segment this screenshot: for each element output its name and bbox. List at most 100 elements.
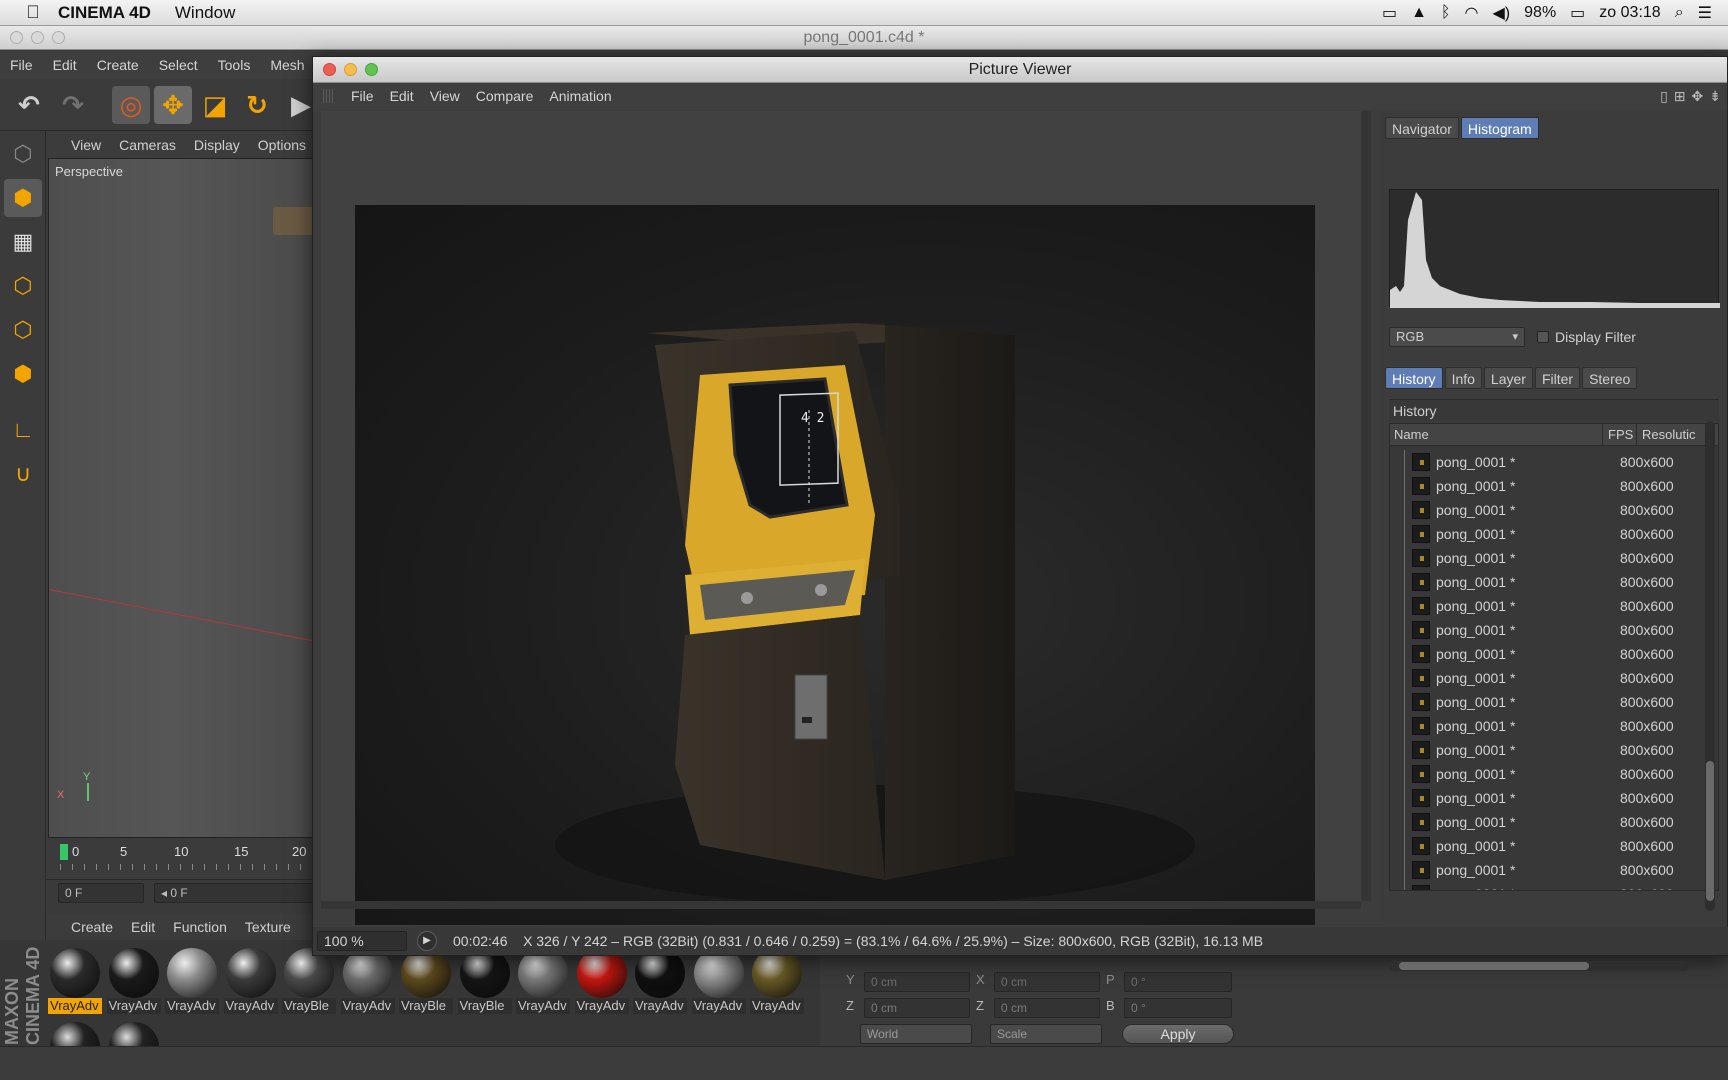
col-name[interactable]: Name bbox=[1394, 424, 1429, 446]
material-swatch[interactable]: VrayBle bbox=[282, 946, 336, 1014]
material-swatch[interactable]: VrayAdv bbox=[340, 946, 395, 1014]
clock[interactable]: zo 03:18 bbox=[1599, 4, 1660, 22]
material-swatch[interactable]: VrayAdv bbox=[633, 946, 687, 1014]
mat-menu-edit[interactable]: Edit bbox=[122, 919, 164, 935]
material-swatch[interactable]: VrayAdv bbox=[165, 946, 219, 1014]
material-swatch[interactable]: VrayBle bbox=[457, 946, 512, 1014]
pv-menu-compare[interactable]: Compare bbox=[468, 88, 542, 104]
wifi-icon[interactable]: ◠ bbox=[1465, 3, 1479, 23]
tab-navigator[interactable]: Navigator bbox=[1385, 117, 1459, 139]
move-panel-icon[interactable]: ✥ bbox=[1692, 88, 1704, 105]
viewport[interactable]: Perspective Y X bbox=[48, 158, 344, 838]
display-filter-checkbox[interactable]: Display Filter bbox=[1537, 329, 1636, 345]
panel-toggle-icon[interactable]: ▯ bbox=[1660, 88, 1668, 105]
edges-mode-icon[interactable]: ⬡ bbox=[4, 311, 42, 349]
rotate-icon[interactable]: ↻ bbox=[238, 86, 276, 124]
history-row[interactable]: pong_0001 * 800x600 bbox=[1390, 786, 1710, 810]
menu-edit[interactable]: Edit bbox=[43, 57, 87, 73]
model-mode-icon[interactable]: ⬡ bbox=[4, 135, 42, 173]
material-swatch[interactable]: VrayAdv bbox=[223, 946, 278, 1014]
history-row[interactable]: pong_0001 * 800x600 bbox=[1390, 474, 1710, 498]
playhead[interactable] bbox=[60, 844, 68, 860]
rot-p-field[interactable]: 0 ° bbox=[1124, 972, 1232, 992]
pos-y-field[interactable]: 0 cm bbox=[864, 972, 970, 992]
apply-button[interactable]: Apply bbox=[1122, 1024, 1234, 1044]
pv-menu-edit[interactable]: Edit bbox=[382, 88, 422, 104]
minimize-button[interactable] bbox=[31, 31, 44, 44]
mat-menu-create[interactable]: Create bbox=[62, 919, 122, 935]
rot-b-field[interactable]: 0 ° bbox=[1124, 998, 1232, 1018]
size-y-field[interactable]: 0 cm bbox=[994, 972, 1100, 992]
vp-menu-display[interactable]: Display bbox=[185, 137, 249, 153]
material-swatch[interactable]: VrayBle bbox=[399, 946, 453, 1014]
zoom-button[interactable] bbox=[52, 31, 65, 44]
world-dropdown[interactable]: World bbox=[860, 1024, 972, 1044]
snap-magnet-icon[interactable]: ∪ bbox=[4, 455, 42, 493]
mat-menu-function[interactable]: Function bbox=[164, 919, 236, 935]
col-resolution[interactable]: Resolutic bbox=[1642, 424, 1695, 446]
close-button[interactable] bbox=[10, 31, 23, 44]
material-swatch[interactable]: VrayAdv bbox=[106, 946, 161, 1014]
battery-icon[interactable]: ▭ bbox=[1570, 3, 1585, 23]
history-horizontal-scrollbar[interactable] bbox=[1389, 961, 1689, 971]
pv-minimize-button[interactable] bbox=[344, 63, 357, 76]
history-row[interactable]: pong_0001 * 800x600 bbox=[1390, 546, 1710, 570]
drive-icon[interactable]: ▲ bbox=[1411, 4, 1427, 22]
history-row[interactable]: pong_0001 * 800x600 bbox=[1390, 450, 1710, 474]
current-frame-field[interactable]: ◂ 0 F bbox=[154, 883, 324, 903]
history-row[interactable]: pong_0001 * 800x600 bbox=[1390, 498, 1710, 522]
history-row[interactable]: pong_0001 * 800x600 bbox=[1390, 882, 1710, 890]
history-row[interactable]: pong_0001 * 800x600 bbox=[1390, 522, 1710, 546]
vp-menu-view[interactable]: View bbox=[62, 137, 110, 153]
play-icon[interactable]: ▶ bbox=[417, 931, 437, 951]
material-swatch[interactable]: VrayAdv bbox=[691, 946, 746, 1014]
menu-file[interactable]: File bbox=[0, 57, 43, 73]
undo-icon[interactable]: ↶ bbox=[10, 86, 48, 124]
object-mode-icon[interactable]: ⬢ bbox=[4, 179, 42, 217]
pv-menu-animation[interactable]: Animation bbox=[541, 88, 619, 104]
tab-history[interactable]: History bbox=[1385, 367, 1443, 389]
display-icon[interactable]: ▭ bbox=[1382, 3, 1397, 23]
scroll-thumb[interactable] bbox=[1399, 962, 1589, 970]
points-mode-icon[interactable]: ⬡ bbox=[4, 267, 42, 305]
history-row[interactable]: pong_0001 * 800x600 bbox=[1390, 690, 1710, 714]
axis-icon[interactable]: ∟ bbox=[4, 411, 42, 449]
pv-menu-file[interactable]: File bbox=[343, 88, 382, 104]
new-panel-icon[interactable]: ⊞ bbox=[1674, 88, 1686, 105]
history-row[interactable]: pong_0001 * 800x600 bbox=[1390, 834, 1710, 858]
pos-z-field[interactable]: 0 cm bbox=[864, 998, 970, 1018]
rendered-image[interactable]: 4 2 bbox=[355, 205, 1315, 925]
vp-menu-options[interactable]: Options bbox=[249, 137, 315, 153]
history-row[interactable]: pong_0001 * 800x600 bbox=[1390, 858, 1710, 882]
channel-dropdown[interactable]: RGB bbox=[1389, 327, 1525, 347]
history-row[interactable]: pong_0001 * 800x600 bbox=[1390, 666, 1710, 690]
pv-close-button[interactable] bbox=[323, 63, 336, 76]
menu-select[interactable]: Select bbox=[149, 57, 208, 73]
tab-stereo[interactable]: Stereo bbox=[1582, 367, 1638, 389]
history-row[interactable]: pong_0001 * 800x600 bbox=[1390, 570, 1710, 594]
history-row[interactable]: pong_0001 * 800x600 bbox=[1390, 762, 1710, 786]
menu-tools[interactable]: Tools bbox=[208, 57, 261, 73]
history-row[interactable]: pong_0001 * 800x600 bbox=[1390, 642, 1710, 666]
timeline[interactable]: 0 5 10 15 20 bbox=[46, 838, 320, 880]
vp-menu-cameras[interactable]: Cameras bbox=[110, 137, 185, 153]
material-swatch[interactable]: VrayAdv bbox=[516, 946, 570, 1014]
history-row[interactable]: pong_0001 * 800x600 bbox=[1390, 738, 1710, 762]
history-row[interactable]: pong_0001 * 800x600 bbox=[1390, 810, 1710, 834]
tab-info[interactable]: Info bbox=[1444, 367, 1482, 389]
spotlight-icon[interactable]: ⌕ bbox=[1675, 4, 1684, 22]
history-row[interactable]: pong_0001 * 800x600 bbox=[1390, 618, 1710, 642]
material-swatch[interactable]: VrayAdv bbox=[750, 946, 804, 1014]
apple-icon[interactable]:  bbox=[22, 2, 44, 23]
checkbox-icon[interactable] bbox=[1537, 331, 1549, 343]
volume-icon[interactable]: ◀) bbox=[1493, 3, 1511, 23]
history-row[interactable]: pong_0001 * 800x600 bbox=[1390, 714, 1710, 738]
bluetooth-icon[interactable]: ᛒ bbox=[1441, 4, 1451, 22]
history-scroll-thumb[interactable] bbox=[1706, 761, 1714, 901]
history-row[interactable]: pong_0001 * 800x600 bbox=[1390, 594, 1710, 618]
pv-menu-view[interactable]: View bbox=[422, 88, 468, 104]
canvas-vertical-scrollbar[interactable] bbox=[1361, 111, 1371, 901]
material-swatch[interactable]: VrayAdv bbox=[48, 946, 102, 1014]
scale-dropdown[interactable]: Scale bbox=[990, 1024, 1102, 1044]
app-menu[interactable]: CINEMA 4D bbox=[58, 3, 151, 23]
